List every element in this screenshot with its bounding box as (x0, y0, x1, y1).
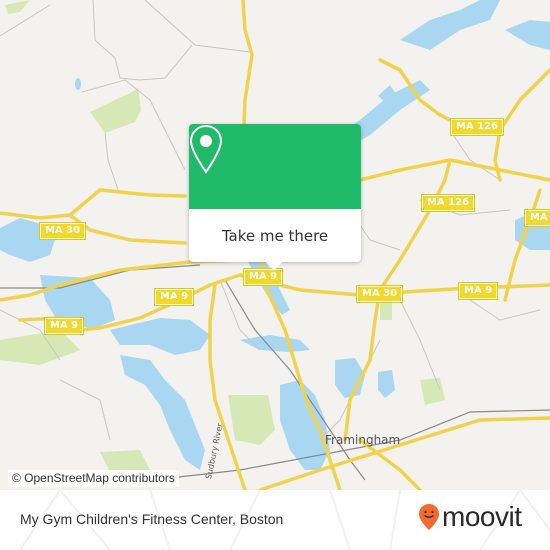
moovit-wordmark: moovit (442, 501, 522, 532)
route-shield-ma-9: MA 9 (457, 282, 499, 300)
route-shield-ma-30: MA 30 (38, 222, 87, 240)
route-shield-ma-1: MA 1 (523, 209, 550, 227)
footer: My Gym Children's Fitness Center, Boston… (0, 490, 550, 550)
popup-pointer (265, 261, 283, 270)
moovit-logo[interactable]: moovit (418, 501, 522, 532)
route-shield-ma-9: MA 9 (43, 317, 85, 335)
destination-popup: Take me there (189, 124, 361, 270)
city-label-framingham: Framingham (325, 433, 401, 447)
route-shield-ma-126: MA 126 (420, 194, 476, 212)
route-shield-ma-9: MA 9 (153, 288, 195, 306)
moovit-pin-icon (419, 504, 439, 530)
place-title: My Gym Children's Fitness Center, Boston (20, 511, 284, 527)
popup-header (189, 124, 361, 209)
map[interactable]: MA 30 MA 9 MA 9 MA 9 MA 30 MA 9 MA 126 M… (0, 0, 550, 490)
map-attribution[interactable]: © OpenStreetMap contributors (8, 470, 179, 487)
route-shield-ma-126: MA 126 (449, 118, 505, 136)
take-me-there-button[interactable]: Take me there (189, 209, 361, 262)
route-shield-ma-9: MA 9 (242, 268, 284, 286)
route-shield-ma-30: MA 30 (355, 285, 404, 303)
location-pin-icon (189, 124, 223, 174)
